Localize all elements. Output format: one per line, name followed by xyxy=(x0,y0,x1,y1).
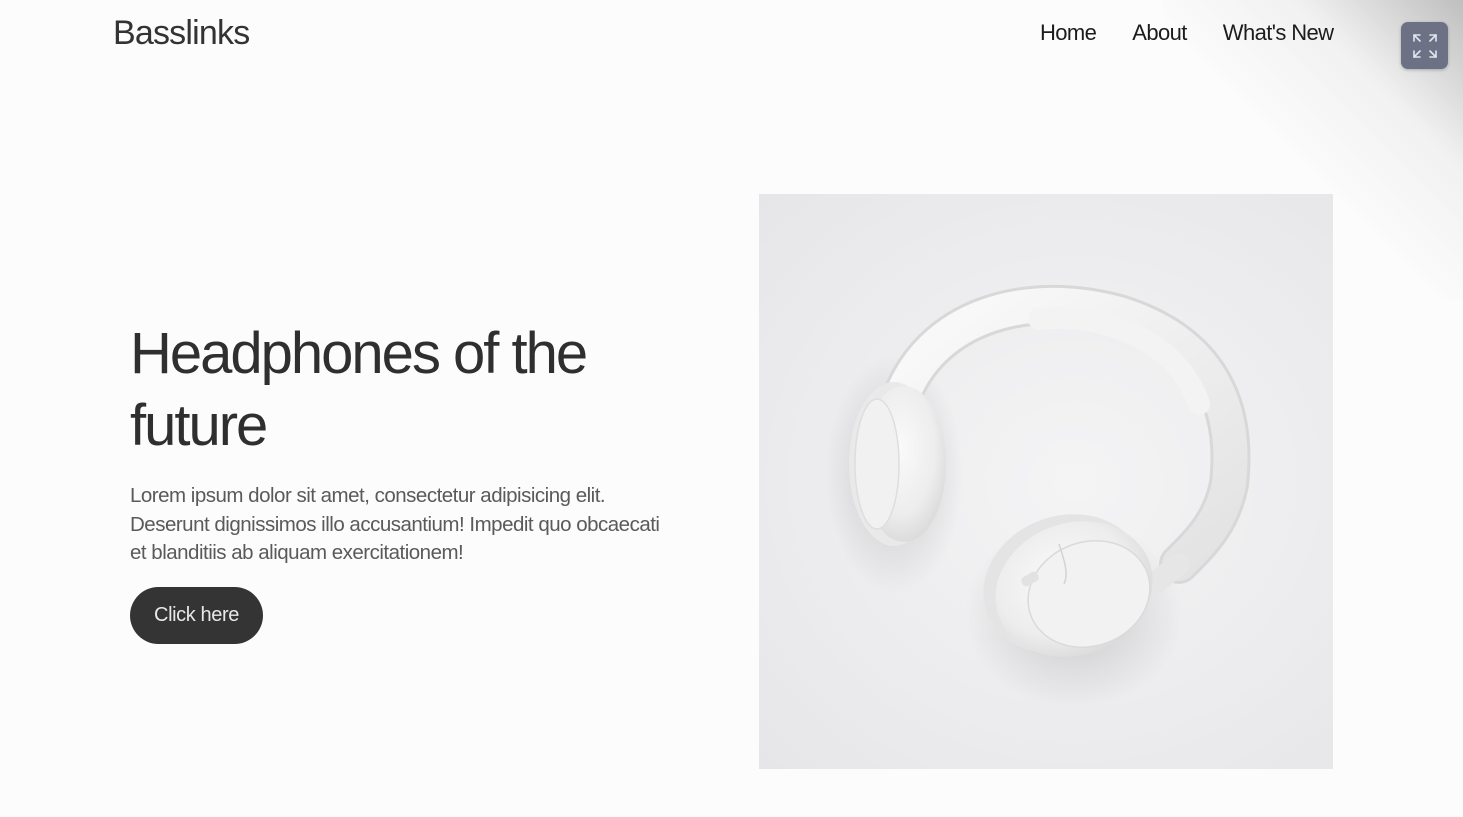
headphones-image xyxy=(759,194,1333,769)
main-nav: Home About What's New xyxy=(1040,20,1334,46)
brand-logo[interactable]: Basslinks xyxy=(113,14,250,53)
hero-title: Headphones of the future xyxy=(130,321,588,458)
nav-about[interactable]: About xyxy=(1132,20,1187,46)
expand-arrows-icon xyxy=(1412,33,1437,58)
landing-page: Basslinks Home About What's New Headphon… xyxy=(0,0,1463,817)
click-here-button[interactable]: Click here xyxy=(130,587,263,644)
nav-home[interactable]: Home xyxy=(1040,20,1097,46)
expand-button[interactable] xyxy=(1401,22,1448,69)
hero-description: Lorem ipsum dolor sit amet, consectetur … xyxy=(130,484,660,564)
nav-whats-new[interactable]: What's New xyxy=(1223,20,1334,46)
headphones-illustration xyxy=(824,284,1251,709)
